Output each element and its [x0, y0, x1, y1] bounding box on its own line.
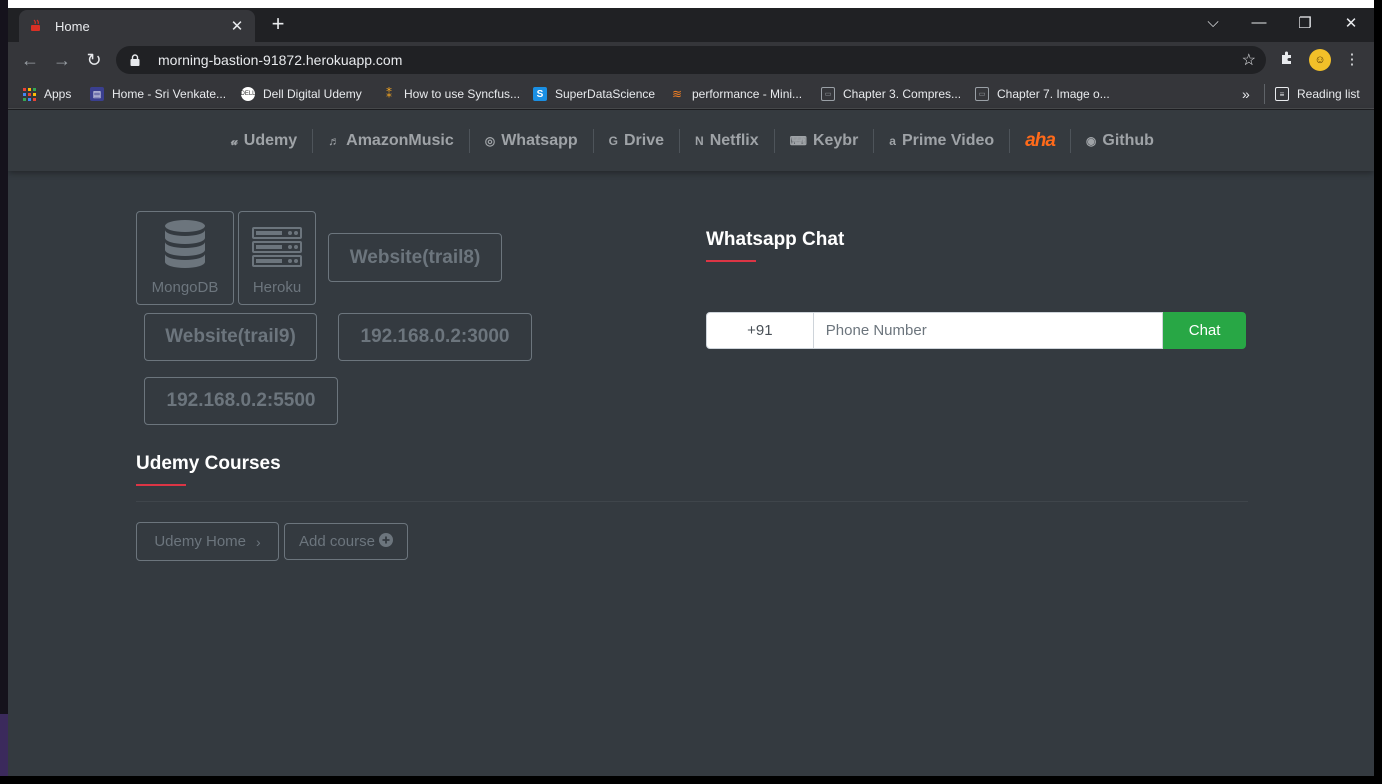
syncfusion-icon: ⁑ — [386, 87, 392, 101]
minimize-button[interactable]: — — [1248, 14, 1270, 31]
nav-amazonmusic[interactable]: ♬ AmazonMusic — [313, 129, 470, 153]
bookmark-star-icon[interactable]: ☆ — [1242, 50, 1256, 70]
aha-logo: aha — [1025, 130, 1056, 151]
page-icon: ▭ — [821, 87, 835, 101]
nav-prime-video[interactable]: a Prime Video — [874, 129, 1011, 153]
mongodb-tile[interactable]: MongoDB — [136, 211, 234, 305]
nav-drive[interactable]: G Drive — [594, 129, 681, 153]
keyboard-icon: ⌨ — [789, 134, 807, 148]
udemy-home-button[interactable]: Udemy Home › — [136, 522, 279, 561]
apps-grid-icon — [22, 87, 36, 101]
profile-avatar[interactable]: ☺ — [1309, 49, 1331, 71]
ip-5500-button[interactable]: 192.168.0.2:5500 — [144, 377, 338, 425]
reading-list-button[interactable]: ≡ Reading list — [1264, 84, 1360, 104]
nav-netflix[interactable]: N Netflix — [680, 129, 775, 153]
chat-form: +91 Phone Number Chat — [706, 312, 1246, 349]
netflix-icon: N — [695, 134, 704, 148]
database-icon — [164, 219, 206, 273]
chat-button[interactable]: Chat — [1163, 312, 1246, 349]
bookmark-superdatascience[interactable]: S SuperDataScience — [533, 84, 655, 104]
nav-whatsapp[interactable]: ◎ Whatsapp — [470, 129, 594, 153]
reading-list-icon: ≡ — [1275, 87, 1289, 101]
heroku-tile[interactable]: Heroku — [238, 211, 316, 305]
ip-3000-button[interactable]: 192.168.0.2:3000 — [338, 313, 532, 361]
phone-number-input[interactable]: Phone Number — [813, 312, 1164, 349]
tab-strip: Home ✕ + ⌵ — ❐ ✕ — [8, 8, 1374, 42]
url-text: morning-bastion-91872.herokuapp.com — [158, 52, 403, 68]
java-favicon-icon — [29, 19, 43, 33]
udemy-courses-heading: Udemy Courses — [136, 453, 281, 474]
nav-github[interactable]: ◉ Github — [1071, 129, 1169, 153]
divider — [136, 501, 1248, 502]
tab-search-icon[interactable]: ⌵ — [1202, 14, 1224, 31]
bookmark-home-sri[interactable]: ▤ Home - Sri Venkate... — [90, 84, 226, 104]
page-icon: ▭ — [975, 87, 989, 101]
udemy-icon: 𝓊 — [231, 133, 238, 148]
bookmark-syncfusion[interactable]: ⁑ How to use Syncfus... — [382, 84, 520, 104]
stackoverflow-icon: ≋ — [671, 87, 683, 101]
browser-window: Home ✕ + ⌵ — ❐ ✕ ← → ↻ morning-bastion-9… — [8, 0, 1374, 776]
nav-udemy[interactable]: 𝓊 Udemy — [216, 129, 314, 153]
amazon-icon: a — [889, 134, 896, 148]
github-icon: ◉ — [1085, 134, 1097, 148]
menu-kebab-icon[interactable]: ⋮ — [1342, 50, 1362, 70]
new-tab-button[interactable]: + — [267, 13, 289, 36]
desktop-edge — [0, 0, 8, 784]
country-code-field[interactable]: +91 — [706, 312, 814, 349]
superdatascience-icon: S — [533, 87, 547, 101]
chevron-right-icon: › — [256, 533, 261, 550]
bookmark-apps[interactable]: Apps — [22, 84, 71, 104]
tab-home[interactable]: Home ✕ — [19, 10, 255, 42]
nav-links: 𝓊 Udemy ♬ AmazonMusic ◎ Whatsapp G Drive… — [216, 129, 1169, 153]
lock-icon — [130, 54, 144, 66]
bookmark-chapter3[interactable]: ▭ Chapter 3. Compres... — [821, 84, 961, 104]
nav-aha[interactable]: aha — [1010, 129, 1071, 153]
browser-toolbar: ← → ↻ morning-bastion-91872.herokuapp.co… — [8, 42, 1374, 78]
close-window-button[interactable]: ✕ — [1340, 14, 1362, 32]
heroku-label: Heroku — [252, 279, 302, 296]
bookmarks-overflow-button[interactable]: » — [1242, 84, 1250, 104]
nav-keybr[interactable]: ⌨ Keybr — [775, 129, 875, 153]
extensions-icon[interactable] — [1277, 50, 1297, 70]
add-course-button[interactable]: Add course — [284, 523, 408, 560]
website-trail9-button[interactable]: Website(trail9) — [144, 313, 317, 361]
website-trail8-button[interactable]: Website(trail8) — [328, 233, 502, 282]
bookmark-favicon-icon: ▤ — [90, 87, 104, 101]
whatsapp-chat-heading: Whatsapp Chat — [706, 229, 845, 250]
whatsapp-icon: ◎ — [484, 134, 496, 148]
google-icon: G — [608, 134, 618, 148]
reload-icon[interactable]: ↻ — [83, 49, 105, 71]
bookmark-chapter7[interactable]: ▭ Chapter 7. Image o... — [975, 84, 1110, 104]
tab-title: Home — [55, 18, 90, 34]
server-icon — [252, 227, 302, 271]
mongodb-label: MongoDB — [151, 279, 219, 296]
dell-icon: DELL — [241, 87, 256, 101]
bookmarks-bar: Apps ▤ Home - Sri Venkate... DELL Dell D… — [8, 78, 1374, 109]
music-icon: ♬ — [328, 134, 341, 148]
back-icon[interactable]: ← — [19, 49, 41, 71]
heading-underline — [706, 260, 756, 262]
bookmark-performance[interactable]: ≋ performance - Mini... — [670, 84, 802, 104]
bookmark-dell-udemy[interactable]: DELL Dell Digital Udemy — [241, 84, 362, 104]
site-navbar: 𝓊 Udemy ♬ AmazonMusic ◎ Whatsapp G Drive… — [8, 110, 1374, 171]
address-bar[interactable]: morning-bastion-91872.herokuapp.com ☆ — [116, 46, 1266, 74]
tab-close-icon[interactable]: ✕ — [229, 17, 245, 35]
page-content: 𝓊 Udemy ♬ AmazonMusic ◎ Whatsapp G Drive… — [8, 110, 1374, 776]
plus-circle-icon — [378, 532, 393, 551]
forward-icon[interactable]: → — [51, 49, 73, 71]
heading-underline — [136, 484, 186, 486]
restore-button[interactable]: ❐ — [1294, 14, 1316, 32]
